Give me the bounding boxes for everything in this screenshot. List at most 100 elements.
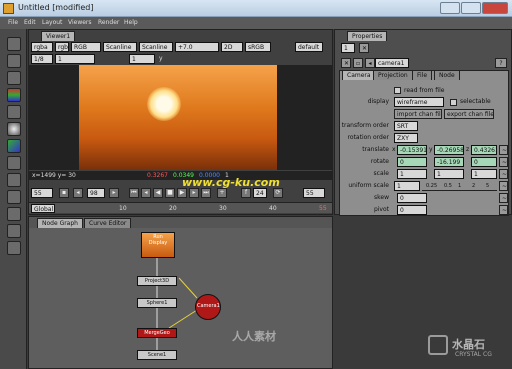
selectable-checkbox[interactable] <box>450 99 457 106</box>
lock-icon[interactable]: ▪ <box>59 188 69 198</box>
skew-field[interactable]: 0 <box>397 193 427 203</box>
colorspace-select[interactable]: RGB <box>71 42 101 52</box>
rotate-curve-icon[interactable]: ~ <box>499 157 508 167</box>
tab-curve-editor[interactable]: Curve Editor <box>84 218 132 228</box>
tab-properties[interactable]: Properties <box>347 31 388 41</box>
scale-y-field[interactable]: 1 <box>434 169 464 179</box>
pivot-field[interactable]: 0 <box>397 205 427 215</box>
tab-node-graph[interactable]: Node Graph <box>37 218 83 228</box>
frame-field-transport[interactable]: 98 <box>87 188 105 198</box>
sphere-node[interactable]: Sphere1 <box>137 298 177 308</box>
rotate-y-field[interactable]: -16.199 <box>434 157 464 167</box>
metadata-tool-icon[interactable] <box>7 224 21 238</box>
read-from-file-checkbox[interactable] <box>394 87 401 94</box>
minimize-button[interactable] <box>440 2 460 14</box>
tab-camera[interactable]: Camera <box>342 70 376 80</box>
fps-field[interactable]: 24 <box>253 188 267 198</box>
transform-order-select[interactable]: SRT <box>394 121 418 131</box>
image-tool-icon[interactable] <box>7 37 21 51</box>
mergegeo-node[interactable]: MergeGeo <box>137 328 177 338</box>
scale-curve-icon[interactable]: ~ <box>499 169 508 179</box>
default-select[interactable]: default <box>295 42 323 52</box>
menu-file[interactable]: File <box>8 19 18 26</box>
import-chan-file-button[interactable]: import chan file <box>394 109 442 119</box>
rotate-x-field[interactable]: 0 <box>397 157 427 167</box>
increment-icon[interactable]: + <box>217 188 227 198</box>
filter-tool-icon[interactable] <box>7 122 21 136</box>
scale-z-field[interactable]: 1 <box>471 169 497 179</box>
rotate-z-field[interactable]: 0 <box>471 157 497 167</box>
scanline-select[interactable]: Scanline <box>139 42 173 52</box>
next-key-icon[interactable]: ▸ <box>189 188 199 198</box>
timeline-range-select[interactable]: Global <box>31 204 55 213</box>
3d-tool-icon[interactable] <box>7 190 21 204</box>
uniform-scale-field[interactable]: 1 <box>394 181 420 191</box>
mode-select[interactable]: 2D <box>221 42 243 52</box>
properties-count[interactable]: 1 <box>341 43 355 53</box>
clear-properties-icon[interactable]: ✕ <box>359 43 369 53</box>
play-reverse-icon[interactable]: ◀ <box>153 188 163 198</box>
maximize-button[interactable] <box>461 2 481 14</box>
other-tool-icon[interactable] <box>7 241 21 255</box>
camera-node[interactable]: Camera1 <box>195 294 221 320</box>
read-node[interactable]: Run Display <box>141 232 175 258</box>
keyer-tool-icon[interactable] <box>7 139 21 153</box>
pivot-curve-icon[interactable]: ~ <box>499 205 508 215</box>
close-node-icon[interactable]: ✕ <box>341 58 351 68</box>
rotation-order-select[interactable]: ZXY <box>394 133 418 143</box>
time-tool-icon[interactable] <box>7 71 21 85</box>
gain-field[interactable]: +7.0 <box>175 42 219 52</box>
close-button[interactable] <box>482 2 508 14</box>
frame-field[interactable]: 1 <box>55 54 95 64</box>
proxy-select[interactable]: Scanline <box>103 42 137 52</box>
menu-layout[interactable]: Layout <box>42 19 62 26</box>
merge-tool-icon[interactable] <box>7 156 21 170</box>
color-tool-icon[interactable] <box>7 105 21 119</box>
prev-key-icon[interactable]: ◂ <box>141 188 151 198</box>
transform-tool-icon[interactable] <box>7 173 21 187</box>
export-chan-file-button[interactable]: export chan file <box>444 109 494 119</box>
loop-icon[interactable]: ⟳ <box>273 188 283 198</box>
channel-tool-icon[interactable] <box>7 88 21 102</box>
frame-end-field[interactable]: 55 <box>303 188 325 198</box>
skew-curve-icon[interactable]: ~ <box>499 193 508 203</box>
first-frame-icon[interactable]: ⏮ <box>129 188 139 198</box>
uniform-scale-curve-icon[interactable]: ~ <box>499 181 508 191</box>
tab-file[interactable]: File <box>412 70 433 80</box>
timeline[interactable]: Global 10 20 30 40 55 <box>29 202 332 213</box>
play-icon[interactable]: ▶ <box>177 188 187 198</box>
float-icon[interactable]: ▫ <box>353 58 363 68</box>
node-canvas[interactable]: Run Display Project3D Sphere1 Camera1 Me… <box>29 228 332 368</box>
views-tool-icon[interactable] <box>7 207 21 221</box>
project3d-node[interactable]: Project3D <box>137 276 177 286</box>
input-select[interactable]: rgb <box>55 42 69 52</box>
uniform-scale-slider[interactable]: 0.25 0.5 1 2 5 <box>422 181 497 191</box>
undo-icon[interactable]: ◂ <box>365 58 375 68</box>
translate-curve-icon[interactable]: ~ <box>499 145 508 155</box>
channel-select[interactable]: rgba <box>31 42 53 52</box>
stop-icon[interactable]: ■ <box>165 188 175 198</box>
help-icon[interactable]: ? <box>495 58 507 68</box>
draw-tool-icon[interactable] <box>7 54 21 68</box>
menu-viewers[interactable]: Viewers <box>68 19 92 26</box>
scene-node[interactable]: Scene1 <box>137 350 177 360</box>
step-forward-icon[interactable]: ▸ <box>109 188 119 198</box>
step-back-icon[interactable]: ◂ <box>73 188 83 198</box>
scale-x-field[interactable]: 1 <box>397 169 427 179</box>
last-frame-icon[interactable]: ⏭ <box>201 188 211 198</box>
frame-start-field[interactable]: 55 <box>31 188 53 198</box>
menu-edit[interactable]: Edit <box>24 19 36 26</box>
tab-viewer1[interactable]: Viewer1 <box>41 31 76 41</box>
tab-projection[interactable]: Projection <box>373 70 413 80</box>
node-name-field[interactable]: camera1 <box>375 58 409 68</box>
ratio-field[interactable]: 1 <box>129 54 155 64</box>
translate-z-field[interactable]: 0.43261 <box>471 145 497 155</box>
translate-y-field[interactable]: -0.26958 <box>434 145 464 155</box>
lut-select[interactable]: sRGB <box>245 42 271 52</box>
viewer-panel: Viewer1 rgba rgb RGB Scanline Scanline +… <box>28 29 333 215</box>
tab-node[interactable]: Node <box>434 70 460 80</box>
display-select[interactable]: wireframe <box>394 97 444 107</box>
menu-render[interactable]: Render <box>98 19 119 26</box>
translate-x-field[interactable]: -0.15391 <box>397 145 427 155</box>
menu-help[interactable]: Help <box>124 19 138 26</box>
